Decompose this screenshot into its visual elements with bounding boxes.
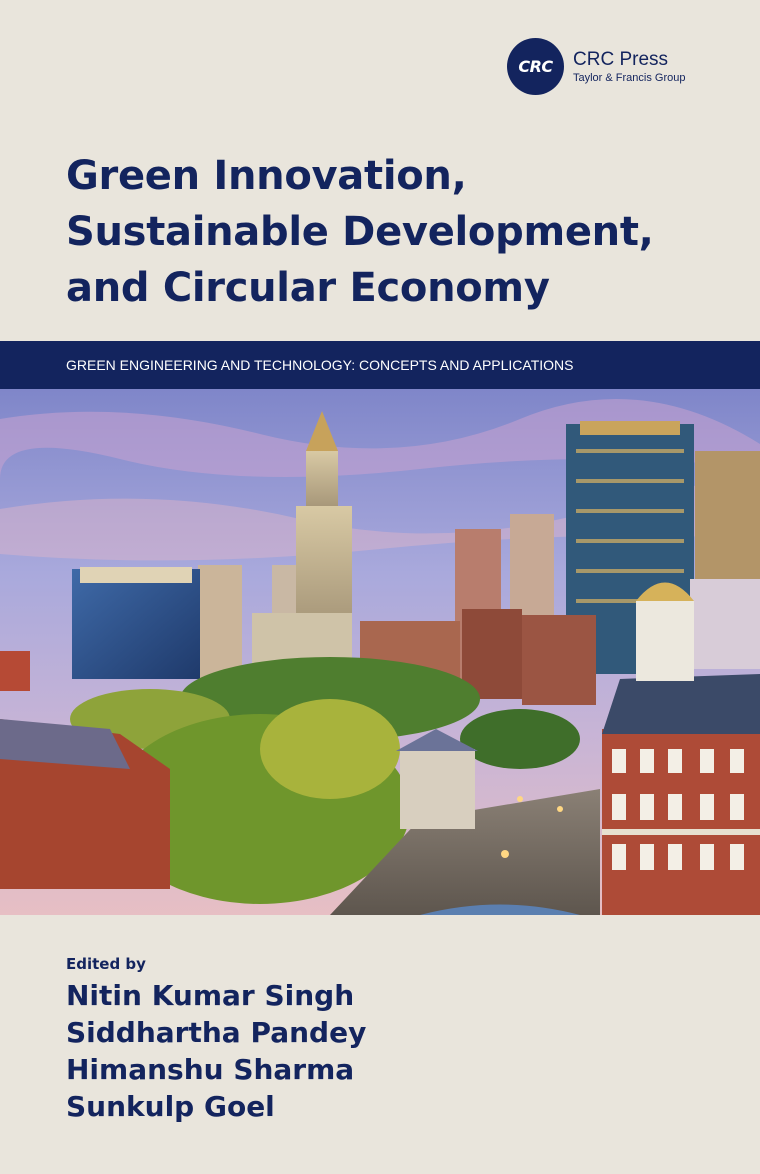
crc-logo: CRC	[507, 38, 564, 95]
publisher-text: CRC Press Taylor & Francis Group	[573, 49, 685, 85]
edited-by-label: Edited by	[66, 955, 146, 973]
editor-name: Nitin Kumar Singh	[66, 979, 355, 1012]
editor-name: Himanshu Sharma	[66, 1053, 355, 1086]
editor-name: Siddhartha Pandey	[66, 1016, 367, 1049]
cover-photo-city-skyline	[0, 389, 760, 915]
title-line-1: Green Innovation,	[66, 153, 467, 199]
series-title: GREEN ENGINEERING AND TECHNOLOGY: CONCEP…	[66, 357, 574, 373]
title-line-2: Sustainable Development,	[66, 209, 654, 255]
editors-block: Edited by Nitin Kumar Singh Siddhartha P…	[66, 953, 366, 1125]
editor-name: Sunkulp Goel	[66, 1090, 275, 1123]
title-line-3: and Circular Economy	[66, 265, 550, 311]
book-title: Green Innovation, Sustainable Developmen…	[66, 148, 746, 316]
left-glass-building	[72, 567, 200, 679]
publisher-lockup: CRC CRC Press Taylor & Francis Group	[507, 38, 685, 95]
publisher-group: Taylor & Francis Group	[573, 71, 686, 84]
series-banner: GREEN ENGINEERING AND TECHNOLOGY: CONCEP…	[0, 341, 760, 389]
publisher-name: CRC Press	[573, 48, 669, 70]
logo-text: CRC	[518, 57, 553, 76]
